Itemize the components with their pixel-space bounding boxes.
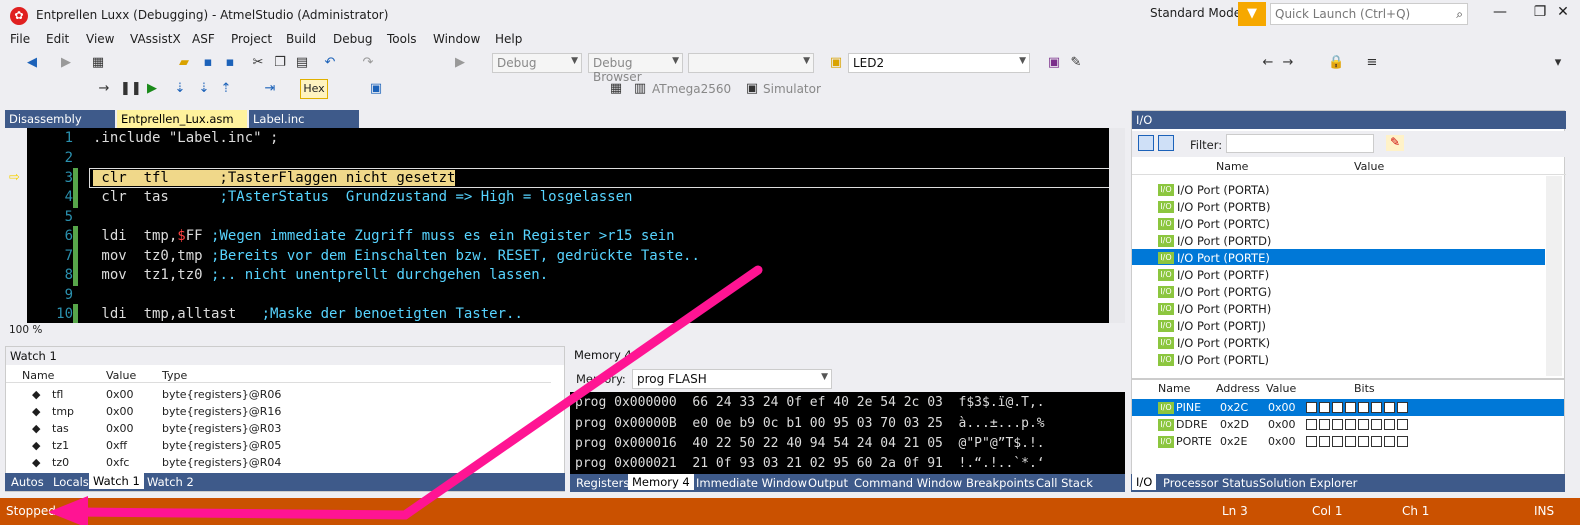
annotation-arrow xyxy=(48,265,763,525)
